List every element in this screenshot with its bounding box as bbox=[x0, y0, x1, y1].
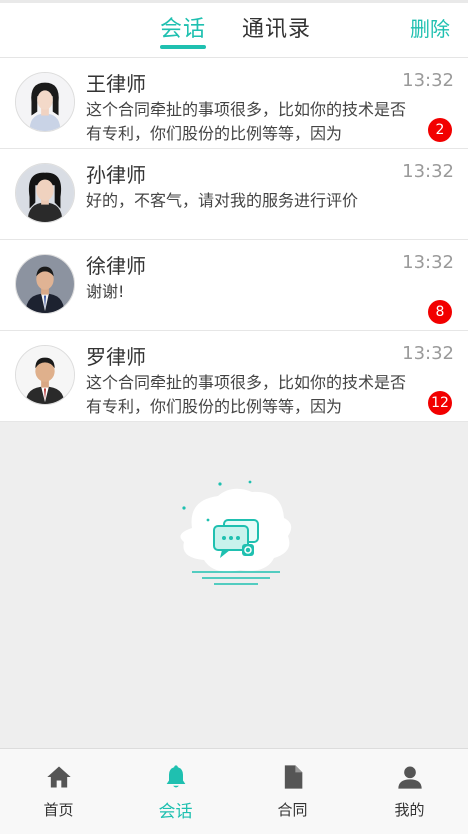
unread-badge: 2 bbox=[428, 118, 452, 142]
avatar bbox=[15, 163, 75, 223]
tab-conversations[interactable]: 会话 bbox=[160, 11, 207, 49]
nav-item-profile[interactable]: 我的 bbox=[351, 763, 468, 820]
bell-icon bbox=[166, 765, 185, 788]
home-icon bbox=[46, 766, 71, 788]
female-lawyer-avatar-icon bbox=[16, 73, 74, 131]
contact-name: 罗律师 bbox=[86, 345, 146, 369]
bottom-nav: 首页 会话 合同 我的 bbox=[0, 748, 468, 834]
conversation-row[interactable]: 王律师 13:32 这个合同牵扯的事项很多，比如你的技术是否有专利，你们股份的比… bbox=[0, 58, 468, 149]
nav-label: 合同 bbox=[277, 801, 308, 819]
nav-label: 我的 bbox=[394, 801, 425, 819]
male-lawyer-avatar-icon bbox=[16, 255, 74, 313]
message-time: 13:32 bbox=[402, 70, 454, 91]
message-preview: 好的，不客气，请对我的服务进行评价 bbox=[86, 191, 359, 210]
user-icon bbox=[397, 766, 422, 789]
nav-item-home[interactable]: 首页 bbox=[0, 763, 117, 820]
nav-item-contracts[interactable]: 合同 bbox=[234, 763, 351, 820]
unread-badge: 12 bbox=[428, 391, 452, 415]
nav-item-conversations[interactable]: 会话 bbox=[117, 763, 234, 822]
nav-label: 会话 bbox=[158, 802, 193, 822]
message-time: 13:32 bbox=[402, 343, 454, 364]
nav-label: 首页 bbox=[43, 801, 74, 819]
conversation-row[interactable]: 孙律师 13:32 好的，不客气，请对我的服务进行评价 bbox=[0, 149, 468, 240]
document-icon bbox=[284, 765, 302, 789]
female-lawyer-avatar-icon bbox=[16, 164, 74, 222]
delete-button[interactable]: 删除 bbox=[410, 13, 450, 42]
message-preview: 谢谢! bbox=[86, 282, 125, 301]
top-bar: 会话 通讯录 删除 bbox=[0, 0, 468, 58]
message-preview: 这个合同牵扯的事项很多，比如你的技术是否有专利，你们股份的比例等等，因为 bbox=[86, 100, 406, 143]
unread-badge: 8 bbox=[428, 300, 452, 324]
chat-bubbles-illustration-icon bbox=[180, 480, 292, 585]
message-preview: 这个合同牵扯的事项很多，比如你的技术是否有专利，你们股份的比例等等，因为 bbox=[86, 373, 406, 416]
conversation-list: 王律师 13:32 这个合同牵扯的事项很多，比如你的技术是否有专利，你们股份的比… bbox=[0, 58, 468, 422]
contact-name: 王律师 bbox=[86, 72, 146, 96]
contact-name: 孙律师 bbox=[86, 163, 146, 187]
contact-name: 徐律师 bbox=[86, 254, 146, 278]
message-time: 13:32 bbox=[402, 161, 454, 182]
avatar bbox=[15, 254, 75, 314]
male-lawyer-avatar-icon bbox=[16, 346, 74, 404]
message-time: 13:32 bbox=[402, 252, 454, 273]
avatar bbox=[15, 72, 75, 132]
conversation-row[interactable]: 徐律师 13:32 谢谢! 8 bbox=[0, 240, 468, 331]
avatar bbox=[15, 345, 75, 405]
conversation-row[interactable]: 罗律师 13:32 这个合同牵扯的事项很多，比如你的技术是否有专利，你们股份的比… bbox=[0, 331, 468, 422]
tab-contacts[interactable]: 通讯录 bbox=[242, 11, 311, 43]
